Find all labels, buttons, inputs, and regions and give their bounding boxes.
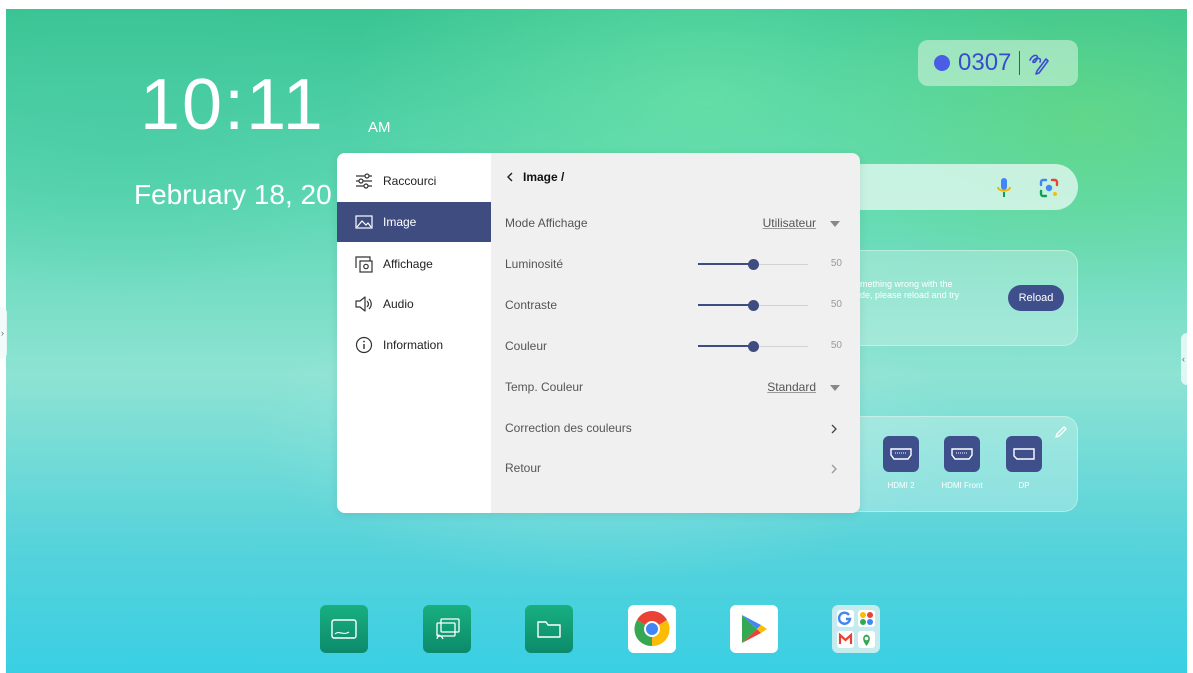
- back-chevron-icon[interactable]: [505, 171, 515, 183]
- whiteboard-icon: [331, 619, 357, 639]
- google-apps-folder-icon: [837, 610, 875, 648]
- right-edge-drawer-handle[interactable]: ‹: [1181, 333, 1187, 385]
- dock-screen-cast-app[interactable]: [423, 605, 471, 653]
- settings-panel: Raccourci Image Affichage Audio Informat…: [337, 153, 860, 513]
- dropdown-arrow-icon: [830, 385, 840, 391]
- sidebar-item-label: Affichage: [383, 257, 433, 271]
- row-label: Couleur: [505, 339, 548, 353]
- chrome-icon: [634, 611, 670, 647]
- session-status-dot: [934, 55, 950, 71]
- source-dp-label: DP: [1018, 481, 1030, 490]
- chevron-right-icon: [831, 464, 837, 474]
- contraste-slider[interactable]: [698, 300, 808, 311]
- hdmi-port-icon: [951, 448, 973, 460]
- row-label: Correction des couleurs: [505, 421, 632, 435]
- luminosite-value: 50: [830, 258, 842, 269]
- image-icon: [355, 215, 373, 229]
- row-couleur: Couleur 50: [491, 327, 860, 367]
- settings-content: Image / Mode Affichage Utilisateur Lumin…: [491, 153, 860, 513]
- sidebar-item-label: Information: [383, 338, 444, 352]
- dock-file-manager-app[interactable]: [525, 605, 573, 653]
- sidebar-item-label: Raccourci: [383, 174, 437, 188]
- row-temp-couleur[interactable]: Temp. Couleur Standard: [491, 368, 860, 408]
- row-label: Luminosité: [505, 257, 564, 271]
- slider-thumb[interactable]: [747, 341, 759, 352]
- clock-time: 10:11: [140, 65, 325, 145]
- sidebar-item-image[interactable]: Image: [337, 202, 491, 242]
- left-edge-drawer-handle[interactable]: ›: [0, 307, 7, 359]
- dock-chrome-app[interactable]: [628, 605, 676, 653]
- play-store-icon: [742, 615, 767, 643]
- display-settings-icon: [355, 256, 373, 273]
- source-hdmi2-label: HDMI 2: [887, 481, 915, 490]
- file-manager-icon: [537, 621, 561, 638]
- sidebar-item-audio[interactable]: Audio: [337, 284, 491, 324]
- speaker-icon: [355, 296, 372, 312]
- row-label: Retour: [505, 461, 542, 475]
- widget-error-message: mething wrong with the de, please reload…: [860, 279, 960, 300]
- row-luminosite: Luminosité 50: [491, 245, 860, 285]
- row-mode-affichage[interactable]: Mode Affichage Utilisateur: [491, 204, 860, 244]
- mode-affichage-value: Utilisateur: [762, 216, 816, 230]
- row-contraste: Contraste 50: [491, 286, 860, 326]
- settings-breadcrumb: Image /: [523, 170, 565, 184]
- dock-play-store-app[interactable]: [730, 605, 778, 653]
- source-dp-button[interactable]: [1006, 436, 1042, 472]
- slider-thumb[interactable]: [747, 259, 759, 270]
- sidebar-item-information[interactable]: Information: [337, 325, 491, 365]
- couleur-value: 50: [830, 340, 842, 351]
- chevron-left-icon: ‹: [1182, 354, 1185, 364]
- source-hdmi-front-label: HDMI Front: [941, 481, 983, 490]
- annotate-icon[interactable]: [1026, 50, 1052, 76]
- reload-button[interactable]: Reload: [1008, 285, 1064, 311]
- row-label: Contraste: [505, 298, 558, 312]
- session-code-pill[interactable]: 0307: [918, 40, 1078, 86]
- luminosite-slider[interactable]: [698, 259, 808, 270]
- sidebar-item-raccourci[interactable]: Raccourci: [337, 161, 491, 201]
- lens-icon[interactable]: [1038, 177, 1060, 199]
- displayport-icon: [1013, 448, 1035, 460]
- dock-google-apps-folder[interactable]: [832, 605, 880, 653]
- row-retour[interactable]: Retour: [491, 449, 860, 489]
- slider-fill: [698, 345, 753, 347]
- chevron-right-icon: ›: [1, 328, 4, 338]
- session-code: 0307: [958, 49, 1012, 76]
- row-correction-couleurs[interactable]: Correction des couleurs: [491, 409, 860, 449]
- hdmi-port-icon: [890, 448, 912, 460]
- settings-sidebar: Raccourci Image Affichage Audio Informat…: [337, 153, 491, 513]
- slider-thumb[interactable]: [747, 300, 759, 311]
- source-hdmi-front-button[interactable]: [944, 436, 980, 472]
- sidebar-item-label: Audio: [383, 297, 414, 311]
- slider-fill: [698, 263, 753, 265]
- sidebar-item-label: Image: [383, 215, 417, 229]
- row-label: Temp. Couleur: [505, 380, 584, 394]
- clock-date: February 18, 20: [134, 179, 332, 210]
- clock-ampm: AM: [368, 119, 391, 136]
- dropdown-arrow-icon: [830, 221, 840, 227]
- settings-header[interactable]: Image /: [505, 170, 564, 184]
- mic-icon[interactable]: [996, 177, 1012, 199]
- row-label: Mode Affichage: [505, 216, 588, 230]
- sliders-icon: [356, 173, 372, 189]
- screen-cast-icon: [436, 618, 460, 640]
- source-hdmi2-button[interactable]: [883, 436, 919, 472]
- chevron-right-icon: [831, 424, 837, 434]
- session-divider: [1019, 51, 1021, 75]
- couleur-slider[interactable]: [698, 341, 808, 352]
- slider-fill: [698, 304, 753, 306]
- dock-whiteboard-app[interactable]: [320, 605, 368, 653]
- contraste-value: 50: [830, 299, 842, 310]
- temp-couleur-value: Standard: [767, 380, 816, 394]
- sidebar-item-affichage[interactable]: Affichage: [337, 244, 491, 284]
- edit-pencil-icon[interactable]: [1054, 425, 1068, 439]
- info-icon: [355, 336, 373, 354]
